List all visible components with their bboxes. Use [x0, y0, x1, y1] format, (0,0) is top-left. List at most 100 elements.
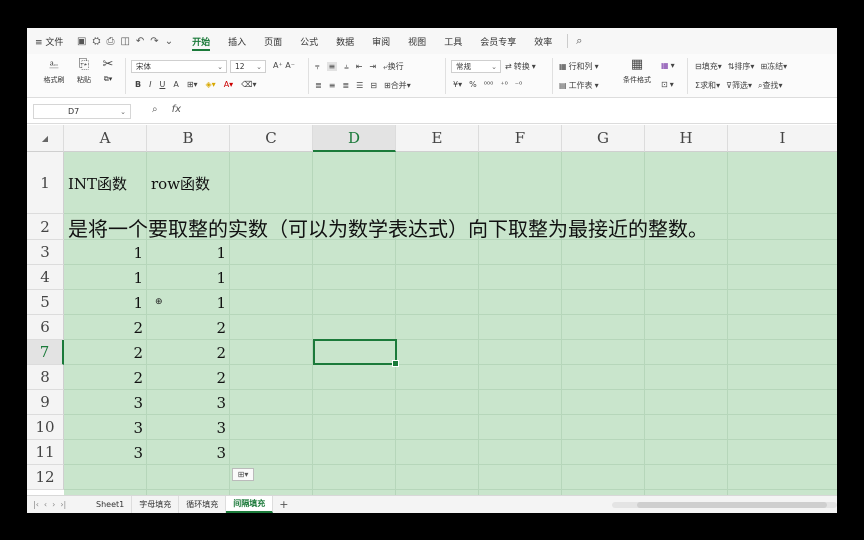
bold-button[interactable]: B	[135, 80, 141, 89]
tab-member[interactable]: 会员专享	[471, 28, 525, 54]
column-header-e[interactable]: E	[396, 125, 479, 152]
cell-a8[interactable]: 2	[64, 365, 147, 390]
sheet-tab-interval-fill[interactable]: 间隔填充	[226, 496, 274, 513]
increase-decimal-icon[interactable]: ⁺⁰	[500, 80, 507, 89]
cell-a3[interactable]: 1	[64, 240, 147, 265]
cell-a10[interactable]: 3	[64, 415, 147, 440]
select-all-corner[interactable]: ◢	[27, 125, 64, 152]
name-box[interactable]: D7 ⌄	[33, 104, 131, 119]
row-header-10[interactable]: 10	[27, 415, 64, 440]
active-cell-d7[interactable]	[313, 339, 399, 367]
print-icon[interactable]: ⎙	[106, 36, 114, 47]
copy-icon[interactable]: ⧉▾	[104, 75, 113, 84]
row-header-12[interactable]: 12	[27, 465, 64, 490]
currency-icon[interactable]: ¥▾	[453, 80, 462, 89]
redo-icon[interactable]: ↷	[150, 36, 158, 47]
thousands-icon[interactable]: ⁰⁰⁰	[484, 80, 494, 89]
fill-button[interactable]: ⊟填充▾	[695, 61, 722, 72]
sheet-tab-letter-fill[interactable]: 字母填充	[132, 496, 180, 513]
find-button[interactable]: ⌕查找▾	[758, 80, 783, 91]
undo-icon[interactable]: ↶	[136, 36, 144, 47]
preview-icon[interactable]: ◫	[120, 36, 129, 47]
search-icon[interactable]: ⌕	[567, 34, 582, 48]
font-grow-shrink[interactable]: A⁺ A⁻	[273, 61, 295, 70]
paste-button[interactable]: ⎘ 粘贴	[71, 58, 97, 85]
row-header-8[interactable]: 8	[27, 365, 64, 390]
column-header-d[interactable]: D	[313, 125, 396, 152]
tab-home[interactable]: 开始	[183, 28, 219, 54]
underline-button[interactable]: U	[159, 80, 165, 89]
cell-b6[interactable]: 2	[147, 315, 230, 340]
fx-icon[interactable]: fx	[172, 104, 181, 115]
row-header-7[interactable]: 7	[27, 340, 64, 365]
tab-efficiency[interactable]: 效率	[525, 28, 561, 54]
sum-button[interactable]: Σ求和▾	[695, 80, 720, 91]
column-header-a[interactable]: A	[64, 125, 147, 152]
autofill-options-button[interactable]: ⊞▾	[232, 468, 254, 481]
zoom-icon[interactable]: ⌕	[152, 104, 158, 115]
cell-a4[interactable]: 1	[64, 265, 147, 290]
align-right-icon[interactable]: ≣	[342, 81, 349, 90]
wrap-text-button[interactable]: ⤶换行	[383, 61, 403, 72]
worksheet-button[interactable]: ▤ 工作表 ▾	[559, 80, 599, 91]
tab-formula[interactable]: 公式	[291, 28, 327, 54]
last-sheet-icon[interactable]: ›|	[60, 500, 66, 509]
next-sheet-icon[interactable]: ›	[52, 500, 55, 509]
sheet-tab-sheet1[interactable]: Sheet1	[89, 496, 133, 513]
horizontal-scrollbar[interactable]	[612, 502, 837, 508]
percent-icon[interactable]: %	[469, 80, 477, 89]
italic-button[interactable]: I	[149, 80, 151, 89]
clear-format-icon[interactable]: ⌫▾	[241, 80, 256, 89]
row-header-5[interactable]: 5	[27, 290, 64, 315]
row-header-2[interactable]: 2	[27, 214, 64, 240]
cell-button[interactable]: ⊡ ▾	[661, 80, 674, 89]
indent-decrease-icon[interactable]: ⇤	[356, 62, 363, 71]
more-chevron-icon[interactable]: ⌄	[165, 36, 173, 47]
align-middle-icon[interactable]: ≡	[326, 62, 338, 71]
distribute-icon[interactable]: ⊟	[370, 81, 377, 90]
row-header-9[interactable]: 9	[27, 390, 64, 415]
strike-button[interactable]: A	[173, 80, 178, 89]
save-icon[interactable]: ▣	[77, 36, 86, 47]
fill-color-icon[interactable]: ◈▾	[206, 80, 216, 89]
row-col-button[interactable]: ▦ 行和列 ▾	[559, 61, 599, 72]
cell-b1[interactable]: row函数	[147, 152, 230, 214]
cell-a7[interactable]: 2	[64, 340, 147, 365]
link-icon[interactable]: ⛭	[92, 36, 100, 47]
first-sheet-icon[interactable]: |‹	[33, 500, 39, 509]
row-header-4[interactable]: 4	[27, 265, 64, 290]
cell-a5[interactable]: 1	[64, 290, 147, 315]
column-header-b[interactable]: B	[147, 125, 230, 152]
format-painter-button[interactable]: ⎁ 格式刷	[39, 58, 69, 85]
merge-button[interactable]: ⊞合并▾	[384, 80, 411, 91]
tab-review[interactable]: 审阅	[363, 28, 399, 54]
row-header-3[interactable]: 3	[27, 240, 64, 265]
cell-b7[interactable]: 2	[147, 340, 230, 365]
tab-insert[interactable]: 插入	[219, 28, 255, 54]
font-name-select[interactable]: 宋体 ⌄	[131, 60, 227, 73]
align-center-icon[interactable]: ≡	[329, 81, 336, 90]
filter-button[interactable]: ⊽筛选▾	[726, 80, 752, 91]
cell-b3[interactable]: 1	[147, 240, 230, 265]
cell-a2[interactable]: 是将一个要取整的实数（可以为数学表达式）向下取整为最接近的整数。	[64, 214, 837, 241]
tab-data[interactable]: 数据	[327, 28, 363, 54]
align-left-icon[interactable]: ≣	[315, 81, 322, 90]
cell-b11[interactable]: 3	[147, 440, 230, 465]
cell-a11[interactable]: 3	[64, 440, 147, 465]
cell-b9[interactable]: 3	[147, 390, 230, 415]
tab-tools[interactable]: 工具	[435, 28, 471, 54]
font-color-icon[interactable]: A▾	[224, 80, 234, 89]
align-top-icon[interactable]: ⫧	[315, 62, 320, 72]
prev-sheet-icon[interactable]: ‹	[44, 500, 47, 509]
column-header-h[interactable]: H	[645, 125, 728, 152]
row-header-11[interactable]: 11	[27, 440, 64, 465]
row-header-6[interactable]: 6	[27, 315, 64, 340]
column-header-g[interactable]: G	[562, 125, 645, 152]
row-header-1[interactable]: 1	[27, 152, 64, 214]
border-icon[interactable]: ⊞▾	[187, 80, 198, 89]
freeze-button[interactable]: ⊞冻结▾	[760, 61, 787, 72]
justify-icon[interactable]: ☰	[356, 81, 363, 90]
convert-button[interactable]: ⇄ 转换 ▾	[505, 61, 536, 72]
column-header-i[interactable]: I	[728, 125, 837, 152]
cell-a9[interactable]: 3	[64, 390, 147, 415]
